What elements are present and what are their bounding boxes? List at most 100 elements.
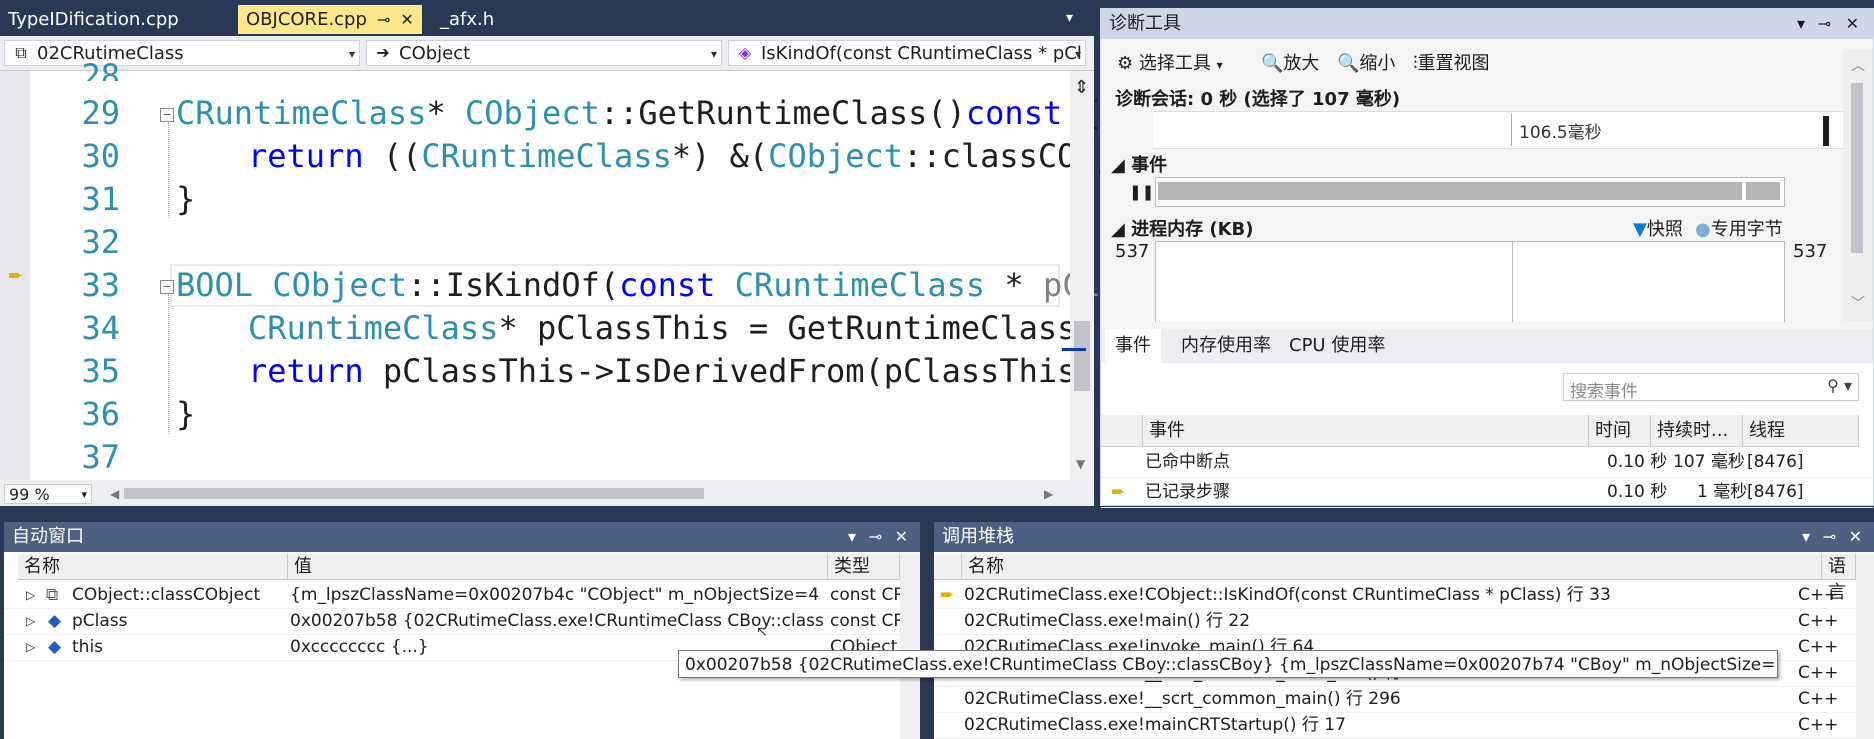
collapse-icon[interactable]: − bbox=[160, 280, 174, 294]
scroll-right-icon[interactable]: ▶ bbox=[1044, 487, 1053, 501]
line-number: 36 bbox=[81, 395, 120, 433]
pin-icon[interactable]: ⊸ bbox=[1823, 522, 1836, 552]
pin-icon[interactable]: ⊸ bbox=[869, 522, 882, 552]
line-number: 32 bbox=[81, 223, 120, 261]
scroll-left-icon[interactable]: ◀ bbox=[110, 487, 119, 501]
expand-icon[interactable]: ▷ bbox=[26, 582, 35, 608]
table-row[interactable]: ▷ ⧉ CObject::classCObject {m_lpszClassNa… bbox=[4, 582, 920, 609]
events-bar bbox=[1158, 182, 1742, 200]
table-row[interactable]: 已命中断点 0.10 秒 107 毫秒 [8476] bbox=[1101, 449, 1873, 478]
tab-objcore[interactable]: OBJCORE.cpp ⊸ ✕ bbox=[238, 5, 422, 34]
step-arrow-icon: ➨ bbox=[1111, 482, 1126, 502]
search-events-input[interactable]: 搜索事件 ⚲ ▾ bbox=[1563, 373, 1859, 402]
table-row[interactable]: ➨ 已记录步骤 0.10 秒 1 毫秒 [8476] bbox=[1101, 479, 1873, 508]
line-number: 28 bbox=[81, 57, 120, 81]
legend-private-bytes: ●专用字节 bbox=[1695, 219, 1783, 240]
diag-vertical-scrollbar[interactable]: ︿ ﹀ bbox=[1843, 49, 1873, 321]
pin-icon[interactable]: ⊸ bbox=[1818, 9, 1831, 39]
graph-gridline bbox=[1512, 242, 1513, 322]
header-value[interactable]: 值 bbox=[288, 554, 828, 580]
dropdown-icon[interactable]: ▾ bbox=[1802, 522, 1810, 552]
table-row[interactable]: ▷ ◆ pClass 0x00207b58 {02CRutimeClass.ex… bbox=[4, 608, 920, 635]
tab-events[interactable]: 事件 bbox=[1105, 329, 1161, 363]
events-bar bbox=[1746, 182, 1780, 200]
line-number: 29 bbox=[81, 94, 120, 132]
tab-typeidification[interactable]: TypeIDification.cpp bbox=[0, 5, 187, 34]
chevron-down-icon: ▾ bbox=[1074, 47, 1081, 61]
memory-section-label[interactable]: ◢ 进程内存 (KB) bbox=[1111, 215, 1254, 241]
editor-vertical-scrollbar[interactable]: ⇕ ▼ bbox=[1062, 71, 1094, 480]
stack-frame[interactable]: ➨ 02CRutimeClass.exe!CObject::IsKindOf(c… bbox=[934, 582, 1874, 609]
expand-icon[interactable]: ▷ bbox=[26, 634, 35, 660]
line-number: 30 bbox=[81, 137, 120, 175]
scope-combo[interactable]: ➔ CObject ▾ bbox=[366, 40, 722, 66]
header-type[interactable]: 类型 bbox=[828, 554, 900, 580]
close-icon[interactable]: ✕ bbox=[895, 522, 908, 552]
zoom-combo[interactable]: 99 % ▾ bbox=[4, 484, 92, 504]
stack-frame[interactable]: 02CRutimeClass.exe!mainCRTStartup() 行 17… bbox=[934, 712, 1874, 739]
header-event[interactable]: 事件 bbox=[1143, 415, 1589, 447]
arrow-right-icon: ➔ bbox=[376, 43, 390, 62]
expand-icon[interactable]: ▷ bbox=[26, 608, 35, 634]
close-icon[interactable]: ✕ bbox=[400, 10, 413, 29]
zoom-in-button[interactable]: 🔍放大 bbox=[1261, 49, 1319, 75]
selection-marker[interactable] bbox=[1823, 116, 1829, 146]
tab-afx-h[interactable]: _afx.h bbox=[432, 5, 502, 34]
outline-guide bbox=[168, 294, 170, 434]
member-combo[interactable]: ◈ IsKindOf(const CRuntimeClass * pCl ▾ bbox=[728, 40, 1086, 66]
zoom-out-button[interactable]: 🔍缩小 bbox=[1337, 49, 1395, 75]
tab-cpu[interactable]: CPU 使用率 bbox=[1279, 329, 1395, 363]
variable-icon: ◆ bbox=[48, 637, 62, 657]
current-statement-arrow-icon: ➨ bbox=[8, 265, 24, 286]
split-icon[interactable]: ⇕ bbox=[1074, 77, 1089, 98]
line-number: 33 bbox=[81, 266, 120, 304]
close-icon[interactable]: ✕ bbox=[1846, 9, 1859, 39]
panel-title: 诊断工具 bbox=[1101, 9, 1873, 39]
close-icon[interactable]: ✕ bbox=[1849, 522, 1862, 552]
stack-frame[interactable]: 02CRutimeClass.exe!__scrt_common_main() … bbox=[934, 686, 1874, 713]
diag-tab-strip: 事件 内存使用率 CPU 使用率 bbox=[1101, 329, 1873, 363]
reset-view-button[interactable]: ⫶重置视图 bbox=[1413, 49, 1490, 75]
collapse-icon[interactable]: − bbox=[160, 108, 174, 122]
scroll-up-icon[interactable]: ︿ bbox=[1851, 55, 1865, 75]
editor-horizontal-bar: ◀ ▶ bbox=[0, 480, 1094, 506]
header-duration[interactable]: 持续时... bbox=[1651, 415, 1743, 447]
header-name[interactable]: 名称 bbox=[18, 554, 288, 580]
datatip-tooltip[interactable]: 0x00207b58 {02CRutimeClass.exe!CRuntimeC… bbox=[678, 650, 1778, 678]
ruler-tick bbox=[1511, 114, 1512, 146]
timeline-ruler[interactable]: 106.5毫秒 bbox=[1153, 111, 1861, 149]
scroll-thumb[interactable] bbox=[1074, 321, 1090, 391]
scroll-down-icon[interactable]: ▼ bbox=[1076, 457, 1085, 471]
select-tool-button[interactable]: ⚙ 选择工具 ▾ bbox=[1117, 49, 1223, 75]
scroll-down-icon[interactable]: ﹀ bbox=[1851, 293, 1865, 313]
dropdown-icon[interactable]: ▾ bbox=[1797, 9, 1805, 39]
header-language[interactable]: 语言 bbox=[1822, 554, 1856, 603]
autos-vertical-scrollbar[interactable] bbox=[900, 554, 920, 739]
scroll-thumb[interactable] bbox=[1851, 83, 1863, 253]
header-time[interactable]: 时间 bbox=[1589, 415, 1651, 447]
pause-icon[interactable]: ❚❚ bbox=[1129, 183, 1154, 201]
memory-graph[interactable] bbox=[1155, 241, 1785, 322]
search-icon[interactable]: ⚲ ▾ bbox=[1827, 376, 1852, 395]
magnifier-plus-icon: 🔍 bbox=[1261, 53, 1284, 74]
dropdown-icon[interactable]: ▾ bbox=[848, 522, 856, 552]
header-name[interactable]: 名称 bbox=[962, 554, 1822, 580]
navigation-bar: ⧉ 02CRutimeClass ▾ ➔ CObject ▾ ◈ IsKindOf(con… bbox=[0, 36, 1094, 71]
tab-memory[interactable]: 内存使用率 bbox=[1171, 329, 1281, 363]
code-line-31: } bbox=[176, 180, 196, 218]
tab-list-dropdown-icon[interactable]: ▾ bbox=[1066, 10, 1073, 26]
code-line-34: CRuntimeClass* pClassThis = GetRuntimeCl… bbox=[248, 309, 1135, 347]
stack-frame[interactable]: 02CRutimeClass.exe!main() 行 22 C++ bbox=[934, 608, 1874, 635]
call-stack-panel: 调用堆栈 ▾ ⊸ ✕ 名称 语言 ➨ 02CRutimeClass.exe!CO… bbox=[934, 522, 1874, 739]
magnifier-minus-icon: 🔍 bbox=[1337, 53, 1360, 74]
line-number: 37 bbox=[81, 438, 120, 476]
pin-icon[interactable]: ⊸ bbox=[377, 10, 390, 29]
header-thread[interactable]: 线程 bbox=[1743, 415, 1859, 447]
caret-position-marker bbox=[1062, 348, 1086, 351]
callstack-vertical-scrollbar[interactable] bbox=[1856, 554, 1874, 739]
line-number: 35 bbox=[81, 352, 120, 390]
chevron-down-icon: ▾ bbox=[81, 488, 87, 501]
horizontal-scroll-thumb[interactable] bbox=[124, 488, 704, 499]
events-section-label[interactable]: ◢ 事件 bbox=[1111, 151, 1167, 177]
events-track[interactable] bbox=[1155, 177, 1785, 207]
